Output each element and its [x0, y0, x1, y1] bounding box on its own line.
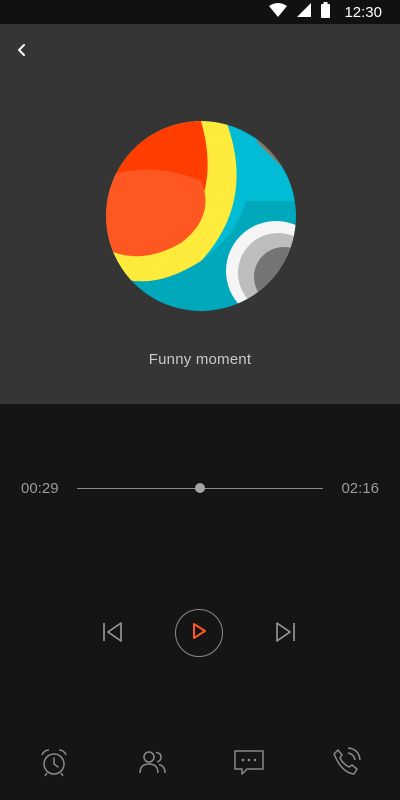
playback-controls	[0, 608, 400, 660]
battery-icon	[321, 1, 331, 23]
next-button[interactable]	[272, 620, 300, 648]
chevron-left-icon	[15, 43, 29, 62]
back-button[interactable]	[8, 38, 36, 66]
signal-icon	[297, 2, 312, 22]
progress-row: 00:29 02:16	[0, 476, 400, 502]
status-bar: 12:30	[0, 0, 400, 24]
previous-button[interactable]	[98, 620, 126, 648]
wifi-icon	[269, 2, 288, 22]
album-art	[106, 121, 296, 311]
status-time: 12:30	[344, 3, 382, 21]
chat-icon	[233, 746, 265, 783]
nav-alarm[interactable]	[34, 744, 74, 784]
track-title: Funny moment	[148, 351, 252, 368]
skip-previous-icon	[100, 620, 124, 649]
skip-next-icon	[274, 620, 298, 649]
play-button[interactable]	[175, 609, 223, 657]
play-icon	[189, 621, 209, 646]
nav-contacts[interactable]	[132, 744, 172, 784]
nav-messages[interactable]	[229, 744, 269, 784]
elapsed-time: 00:29	[21, 480, 59, 497]
people-icon	[136, 746, 168, 783]
status-icons: 12:30	[269, 1, 382, 23]
nav-calls[interactable]	[326, 744, 366, 784]
alarm-clock-icon	[38, 746, 70, 783]
seek-thumb[interactable]	[195, 483, 205, 493]
total-time: 02:16	[341, 480, 379, 497]
phone-ringing-icon	[330, 746, 362, 783]
bottom-nav	[0, 744, 400, 784]
